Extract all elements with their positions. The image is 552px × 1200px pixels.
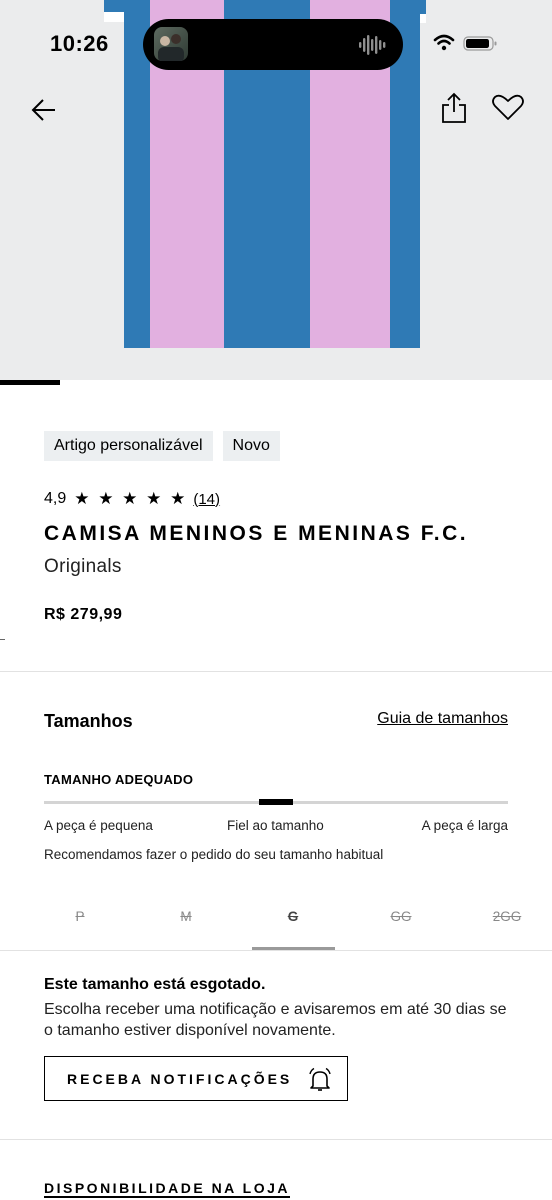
status-time: 10:26 bbox=[50, 31, 109, 56]
review-count-link[interactable]: (14) bbox=[193, 491, 220, 508]
decorative-tick bbox=[0, 639, 5, 640]
fit-label-large: A peça é larga bbox=[421, 818, 508, 833]
out-of-stock-text: Escolha receber uma notificação e avisar… bbox=[44, 1001, 507, 1039]
badge-new: Novo bbox=[222, 431, 280, 461]
size-option-2gg[interactable]: 2GG bbox=[472, 900, 542, 934]
rating[interactable]: 4,9 ★ ★ ★ ★ ★ (14) bbox=[44, 489, 220, 509]
wishlist-button[interactable] bbox=[488, 88, 528, 128]
image-carousel-progress bbox=[0, 380, 552, 388]
fit-recommendation: Recomendamos fazer o pedido do seu taman… bbox=[44, 847, 384, 862]
size-selector: P M G GG 2GG bbox=[0, 900, 552, 934]
divider bbox=[0, 671, 552, 672]
sizes-heading: Tamanhos bbox=[44, 711, 133, 731]
size-option-g[interactable]: G bbox=[258, 900, 328, 934]
badge-list: Artigo personalizável Novo bbox=[44, 431, 280, 461]
share-button[interactable] bbox=[434, 88, 474, 128]
heart-icon bbox=[492, 94, 524, 120]
product-price: R$ 279,99 bbox=[44, 606, 123, 623]
size-guide-link[interactable]: Guia de tamanhos bbox=[377, 710, 508, 728]
audio-waveform-icon bbox=[359, 35, 386, 55]
fit-scale bbox=[44, 799, 508, 805]
back-button[interactable] bbox=[24, 90, 64, 130]
status-icons bbox=[433, 34, 497, 51]
bell-icon bbox=[309, 1067, 331, 1091]
divider bbox=[0, 1139, 552, 1140]
product-title: CAMISA MENINOS E MENINAS F.C. bbox=[44, 522, 469, 545]
size-option-p[interactable]: P bbox=[45, 900, 115, 934]
divider bbox=[0, 950, 552, 951]
store-availability-link[interactable]: DISPONIBILIDADE NA LOJA bbox=[44, 1181, 290, 1198]
notify-me-button[interactable]: RECEBA NOTIFICAÇÕES bbox=[44, 1056, 348, 1101]
size-option-gg[interactable]: GG bbox=[366, 900, 436, 934]
notify-me-label: RECEBA NOTIFICAÇÕES bbox=[67, 1071, 293, 1087]
fit-heading: TAMANHO ADEQUADO bbox=[44, 772, 194, 787]
fit-label-small: A peça é pequena bbox=[44, 818, 153, 833]
arrow-left-icon bbox=[31, 99, 55, 121]
out-of-stock-title: Este tamanho está esgotado. bbox=[44, 976, 266, 993]
battery-icon bbox=[463, 36, 497, 51]
now-playing-thumbnail bbox=[154, 27, 188, 61]
rating-score: 4,9 bbox=[44, 490, 67, 507]
size-option-m[interactable]: M bbox=[151, 900, 221, 934]
dynamic-island[interactable] bbox=[143, 19, 403, 70]
fit-marker bbox=[259, 799, 293, 805]
product-subtitle: Originals bbox=[44, 556, 122, 577]
star-rating-icon: ★ ★ ★ ★ ★ bbox=[74, 489, 188, 508]
wifi-icon bbox=[433, 34, 455, 51]
share-icon bbox=[442, 92, 466, 123]
badge-customizable: Artigo personalizável bbox=[44, 431, 213, 461]
fit-label-true: Fiel ao tamanho bbox=[227, 818, 324, 833]
